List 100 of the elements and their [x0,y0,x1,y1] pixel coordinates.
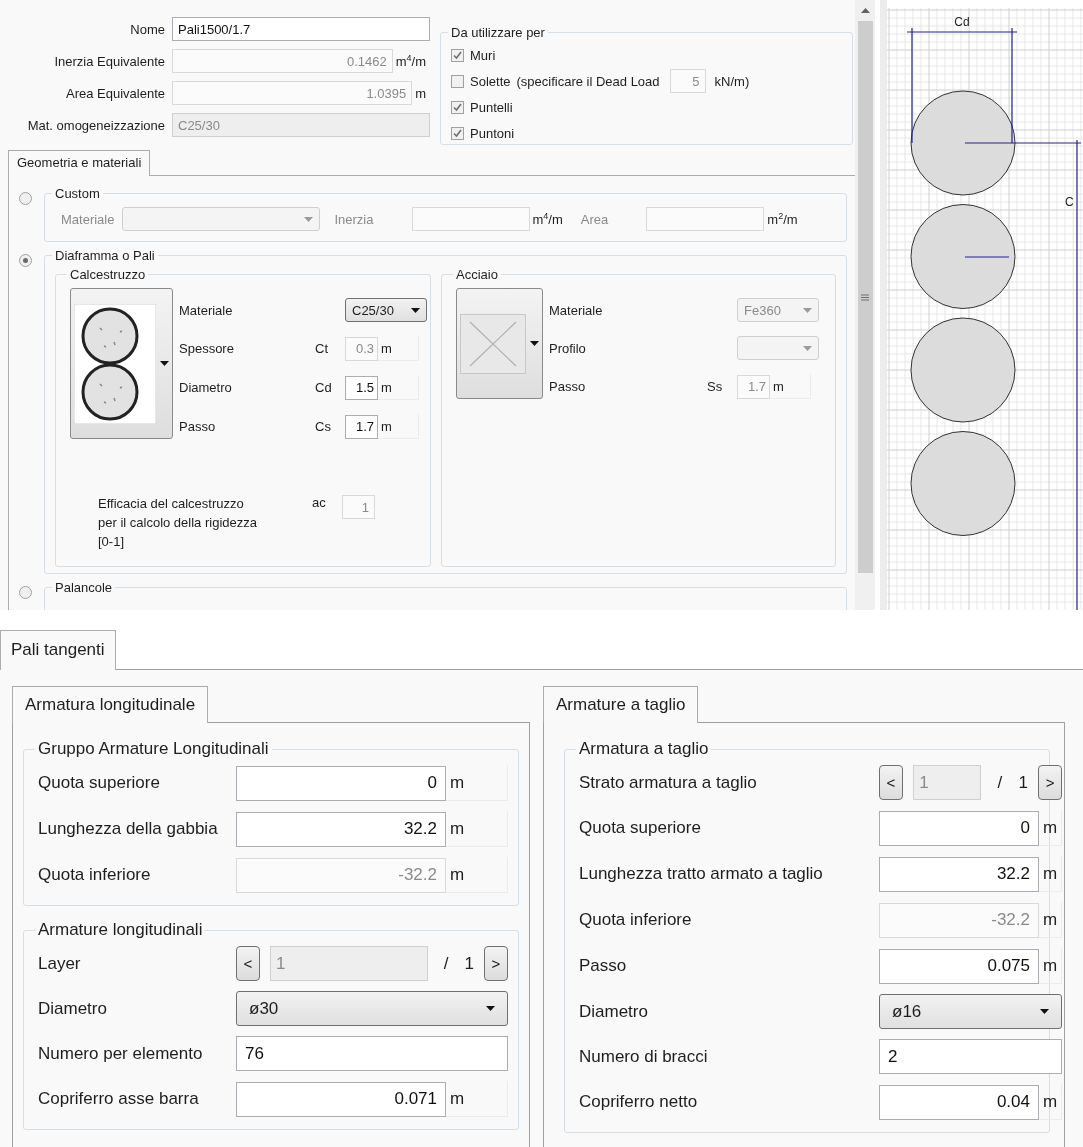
unit-label: kN/m) [713,73,751,89]
field-label: Materiale [549,302,604,318]
tab[interactable]: Geometria e materiali [8,150,151,176]
dropdown[interactable]: ø30 [236,991,508,1026]
input-field[interactable]: 0.071 [236,1081,446,1117]
tab[interactable]: Armature a taglio [543,686,699,723]
empty-image-icon [460,313,526,374]
separator-label: / [442,953,450,974]
radio-button[interactable] [19,586,32,599]
group-title: Armatura a taglio [578,739,710,759]
tab[interactable]: Pali tangenti [0,630,116,670]
input-field[interactable]: 0 [879,810,1039,846]
field-label: Area [580,211,609,227]
field-label: Lunghezza della gabbia [38,819,219,839]
next-button[interactable]: > [484,946,508,981]
field-label: Layer [38,953,82,974]
input-field[interactable]: 32.2 [879,856,1039,892]
group-title: Armature longitudinali [37,920,204,940]
unit-label: m [1039,1084,1063,1120]
scroll-up-icon[interactable] [860,8,870,13]
radio-button[interactable] [19,254,32,267]
checkbox[interactable] [451,100,464,114]
unit-label: m [378,414,419,439]
section-picker[interactable] [70,288,173,439]
field-label: Diametro [38,998,108,1019]
input-field[interactable]: 2 [879,1039,1063,1074]
checkbox-label: Muri [470,47,496,63]
symbol-label: Ss [707,379,724,394]
group-title: Calcestruzzo [69,267,147,282]
caret-icon [411,307,420,313]
symbol-label: ac [312,495,327,510]
input-field[interactable]: 1.7 [345,414,378,439]
caret-icon [160,361,169,366]
group-title: Custom [54,186,101,201]
previous-button[interactable]: < [879,765,903,800]
group-title: Gruppo Armature Longitudinali [37,739,270,759]
symbol-label: Ct [315,341,329,356]
input-field[interactable]: 32.2 [236,811,446,847]
checkbox[interactable] [451,48,464,62]
field-label: Inerzia Equivalente [53,53,166,69]
unit-label: m$^{2}$/m [766,210,799,228]
field-label: Diametro [579,1001,649,1022]
unit-label: m [1039,810,1063,846]
field-label: Passo [579,956,628,976]
tab[interactable]: Armatura longitudinale [12,686,209,723]
grip-icon [861,293,869,301]
count-label: 1 [464,953,474,974]
caret-icon [1040,1009,1050,1014]
caret-icon [486,1006,495,1011]
previous-button[interactable]: < [236,946,260,981]
unit-label: m [446,1081,508,1117]
input-field[interactable]: 0.075 [879,948,1039,984]
dimension-label: C [1065,195,1074,209]
input-field[interactable]: 76 [236,1036,508,1071]
caret-icon [530,341,539,346]
unit-label: m [414,85,427,101]
group-title: Acciaio [455,267,499,282]
dropdown[interactable]: ø16 [879,994,1063,1029]
checkbox[interactable] [451,74,464,88]
symbol-label: Cd [315,380,333,395]
caret-icon [803,345,812,351]
field-label: Numero di bracci [579,1046,709,1067]
unit-label: m$^{4}$/m [531,210,564,228]
field-label: Quota inferiore [38,865,152,885]
field-label: Inerzia [334,211,374,227]
next-button[interactable]: > [1038,765,1063,800]
unit-label: m [446,857,508,893]
dropdown[interactable]: C25/30 [345,298,427,322]
checkbox-label: Solette [470,73,511,89]
scrollbar-thumb[interactable] [857,21,873,573]
unit-label: m$^{4}$/m [394,52,427,70]
field-label: Spessore [179,341,235,356]
scrollbar[interactable] [855,0,875,610]
input-field[interactable]: 5 [669,69,706,93]
group-title: Palancole [54,580,114,595]
unit-label: m [446,765,508,801]
field-label: Nome [129,21,166,37]
field-label: Copriferro netto [579,1092,699,1112]
unit-label: m [378,336,419,361]
input-field[interactable]: 1.5 [345,375,378,400]
field-label: Strato armatura a taglio [579,772,758,793]
checkbox[interactable] [451,126,464,140]
group-title: Da utilizzare per [450,25,546,40]
dimension-label: Cd [954,15,970,29]
input-field[interactable]: 0 [236,765,446,801]
field-label: Profilo [549,340,587,356]
count-label: 1 [1018,772,1028,793]
field-label: Passo [549,379,587,394]
field-label: Materiale [61,211,115,227]
field-label: Efficacia del calcestruzzo per il calcolo della rigidezza [0-1] [98,495,258,551]
pile-section-icon [74,303,156,424]
field-label: Mat. omogeneizzazione [26,117,166,133]
checkbox-label: Puntoni [470,125,515,141]
unit-label: m [446,811,508,847]
input-field[interactable]: Pali1500/1.7 [172,17,430,41]
radio-button[interactable] [19,192,32,205]
input-field[interactable]: 0.04 [879,1084,1039,1120]
field-label: Lunghezza tratto armato a taglio [579,864,824,884]
caret-icon [803,307,812,313]
field-label: Copriferro asse barra [38,1089,200,1109]
